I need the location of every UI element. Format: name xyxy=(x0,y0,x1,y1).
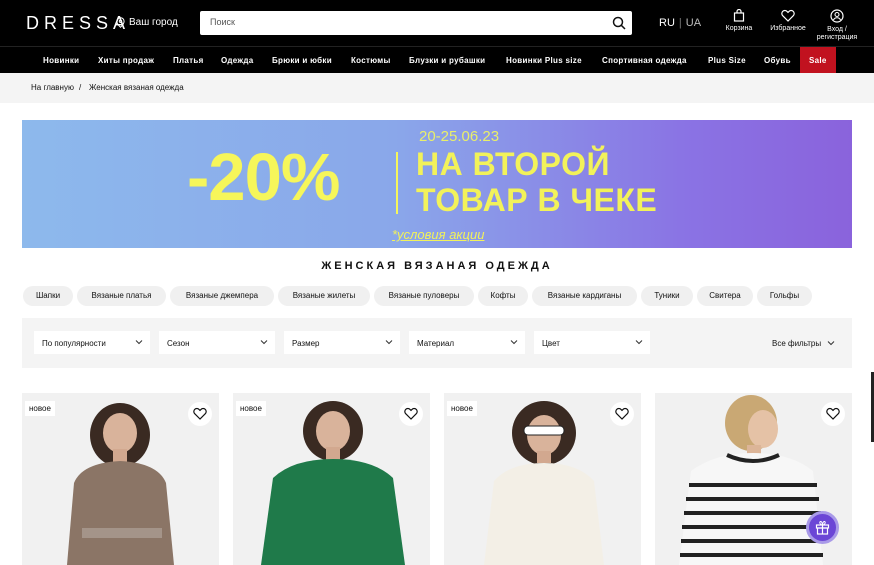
main-nav: Новинки Хиты продаж Платья Одежда Брюки … xyxy=(0,46,874,74)
category-chip[interactable]: Гольфы xyxy=(757,286,812,306)
location-pin-icon xyxy=(116,17,125,28)
heart-icon xyxy=(781,9,795,22)
heart-icon xyxy=(615,407,629,420)
gift-button[interactable] xyxy=(806,511,839,544)
category-chip[interactable]: Вязаные джемпера xyxy=(170,286,274,306)
city-selector[interactable]: Ваш город xyxy=(116,17,178,28)
login-label-1: Вход / xyxy=(827,26,847,33)
cart-button[interactable]: Корзина xyxy=(722,9,756,33)
nav-item-new-plus-size[interactable]: Новинки Plus size xyxy=(506,56,582,65)
color-select[interactable]: Цвет xyxy=(534,331,650,354)
category-chip[interactable]: Шапки xyxy=(23,286,73,306)
all-filters-label: Все фильтры xyxy=(772,339,822,348)
favorites-button[interactable]: Избранное xyxy=(766,9,810,33)
search-icon[interactable] xyxy=(612,16,626,30)
heart-icon xyxy=(404,407,418,420)
promo-discount: -20% xyxy=(187,140,340,215)
chevron-down-icon xyxy=(635,340,643,345)
material-select-value: Материал xyxy=(417,339,455,348)
lang-separator: | xyxy=(678,17,682,29)
promo-conditions-link[interactable]: *условия акции xyxy=(392,227,484,242)
gift-icon xyxy=(815,520,830,535)
language-switcher: RU | UA xyxy=(659,17,701,29)
promo-divider xyxy=(396,152,398,214)
category-chip[interactable]: Вязаные жилеты xyxy=(278,286,370,306)
product-card[interactable]: новое xyxy=(444,393,641,565)
size-select-value: Размер xyxy=(292,339,320,348)
all-filters-button[interactable]: Все фильтры xyxy=(772,339,835,348)
product-card[interactable]: новое xyxy=(22,393,219,565)
breadcrumb-home[interactable]: На главную xyxy=(31,83,74,92)
promo-text-line2: ТОВАР В ЧЕКЕ xyxy=(416,182,658,218)
site-logo[interactable]: DRESSA xyxy=(26,13,130,34)
new-badge: новое xyxy=(236,401,266,416)
category-chip[interactable]: Вязаные кардиганы xyxy=(532,286,637,306)
cart-label: Корзина xyxy=(725,25,753,32)
filter-bar: По популярности Сезон Размер Материал Цв… xyxy=(22,318,852,368)
nav-item-clothing[interactable]: Одежда xyxy=(221,56,253,65)
season-select-value: Сезон xyxy=(167,339,190,348)
heart-icon xyxy=(826,407,840,420)
material-select[interactable]: Материал xyxy=(409,331,525,354)
nav-item-sale[interactable]: Sale xyxy=(800,47,836,74)
season-select[interactable]: Сезон xyxy=(159,331,275,354)
sort-select[interactable]: По популярности xyxy=(34,331,150,354)
login-label-2: регистрация xyxy=(816,34,858,41)
nav-item-suits[interactable]: Костюмы xyxy=(351,56,391,65)
add-to-favorites-button[interactable] xyxy=(821,402,845,426)
promo-text-line1: НА ВТОРОЙ xyxy=(416,146,610,182)
size-select[interactable]: Размер xyxy=(284,331,400,354)
chevron-down-icon xyxy=(385,340,393,345)
promo-banner[interactable]: 20-25.06.23 -20% НА ВТОРОЙ ТОВАР В ЧЕКЕ … xyxy=(22,120,852,248)
nav-item-dresses[interactable]: Платья xyxy=(173,56,204,65)
color-select-value: Цвет xyxy=(542,339,560,348)
lang-ua[interactable]: UA xyxy=(686,17,701,29)
search-placeholder: Поиск xyxy=(210,17,235,27)
nav-item-sportswear[interactable]: Спортивная одежда xyxy=(602,56,687,65)
nav-item-bestsellers[interactable]: Хиты продаж xyxy=(98,56,154,65)
breadcrumb-separator: / xyxy=(79,83,82,92)
category-chip[interactable]: Кофты xyxy=(478,286,528,306)
category-chip[interactable]: Туники xyxy=(641,286,693,306)
add-to-favorites-button[interactable] xyxy=(399,402,423,426)
product-card[interactable]: новое xyxy=(233,393,430,565)
chevron-down-icon xyxy=(510,340,518,345)
login-button[interactable]: Вход / регистрация xyxy=(812,9,862,42)
chevron-down-icon xyxy=(828,341,835,346)
breadcrumb-current: Женская вязаная одежда xyxy=(89,83,184,92)
new-badge: новое xyxy=(447,401,477,416)
user-icon xyxy=(830,9,844,23)
shopping-bag-icon xyxy=(733,9,745,22)
sort-select-value: По популярности xyxy=(42,339,106,348)
category-chip[interactable]: Вязаные пуловеры xyxy=(374,286,474,306)
chevron-down-icon xyxy=(260,340,268,345)
search-input[interactable]: Поиск xyxy=(200,11,632,35)
nav-item-plus-size[interactable]: Plus Size xyxy=(708,56,746,65)
favorites-label: Избранное xyxy=(770,25,806,32)
chevron-down-icon xyxy=(135,340,143,345)
promo-dates: 20-25.06.23 xyxy=(419,128,500,145)
lang-ru[interactable]: RU xyxy=(659,17,675,29)
city-label: Ваш город xyxy=(129,17,178,28)
category-chip[interactable]: Свитера xyxy=(697,286,753,306)
nav-item-pants-skirts[interactable]: Брюки и юбки xyxy=(272,56,332,65)
add-to-favorites-button[interactable] xyxy=(610,402,634,426)
page-title: ЖЕНСКАЯ ВЯЗАНАЯ ОДЕЖДА xyxy=(321,260,553,272)
nav-item-shoes[interactable]: Обувь xyxy=(764,56,791,65)
nav-item-blouses[interactable]: Блузки и рубашки xyxy=(409,56,485,65)
nav-item-new[interactable]: Новинки xyxy=(43,56,79,65)
site-header: DRESSA Ваш город Поиск RU | UA Корзина Изб… xyxy=(0,0,874,46)
heart-icon xyxy=(193,407,207,420)
category-chip[interactable]: Вязаные платья xyxy=(77,286,166,306)
add-to-favorites-button[interactable] xyxy=(188,402,212,426)
new-badge: новое xyxy=(25,401,55,416)
breadcrumb: На главную / Женская вязаная одежда xyxy=(0,73,874,103)
